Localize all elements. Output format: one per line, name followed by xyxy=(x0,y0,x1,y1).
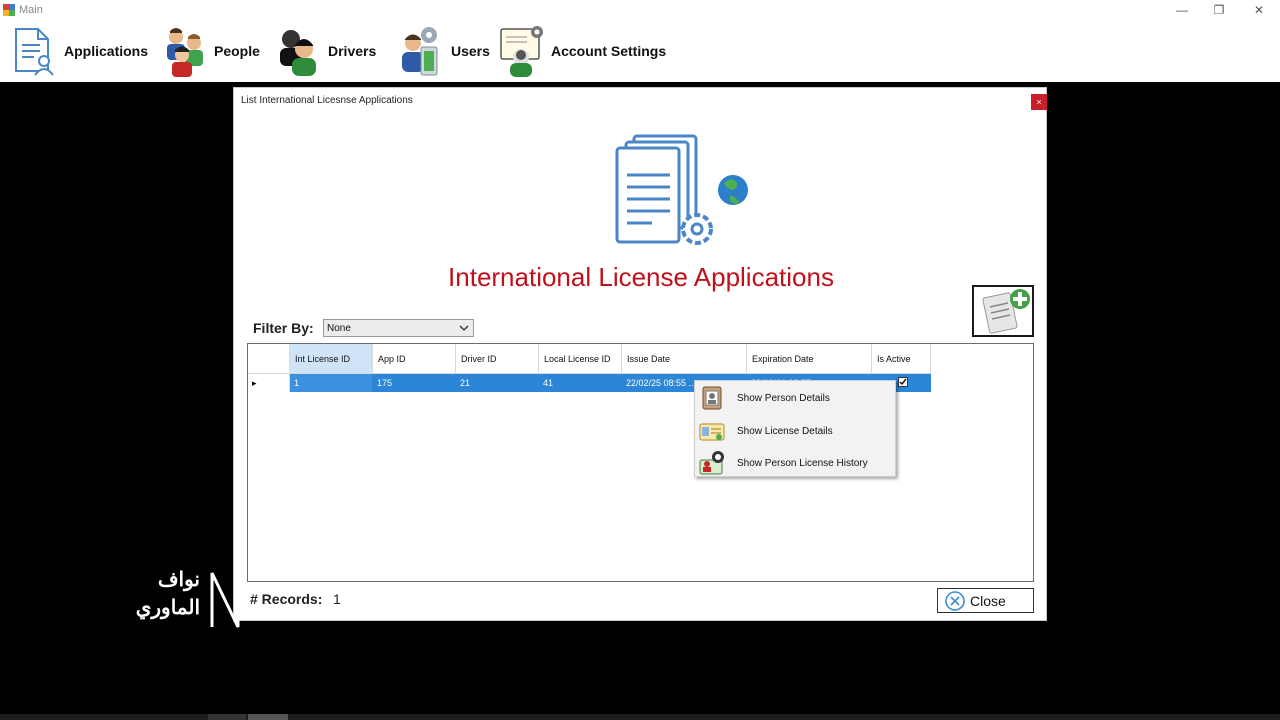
column-header-app-id[interactable]: App ID xyxy=(373,344,456,374)
add-document-icon xyxy=(982,289,1030,334)
taskbar-item-active[interactable] xyxy=(248,714,288,720)
author-watermark: نواف الماوري xyxy=(122,565,244,631)
menu-users-label: Users xyxy=(451,43,490,59)
menu-item-show-person-details[interactable]: Show Person Details xyxy=(695,382,895,414)
menu-applications-label: Applications xyxy=(64,43,149,59)
column-header-local-license-id[interactable]: Local License ID xyxy=(539,344,622,374)
people-icon xyxy=(167,28,203,77)
international-license-applications-dialog: List International Licesnse Applications… xyxy=(233,87,1047,621)
account-settings-icon xyxy=(500,26,543,77)
column-header-driver-id[interactable]: Driver ID xyxy=(456,344,539,374)
column-header-issue-date[interactable]: Issue Date xyxy=(622,344,747,374)
menu-users[interactable]: Users xyxy=(397,20,490,82)
license-card-icon xyxy=(699,423,725,441)
watermark-line-2: الماوري xyxy=(135,597,200,619)
cell-int-license-id[interactable]: 1 xyxy=(290,374,373,392)
restore-button[interactable]: ❐ xyxy=(1200,0,1238,20)
menu-account-settings-label: Account Settings xyxy=(551,43,667,59)
menu-people-label: People xyxy=(214,43,260,59)
records-count: 1 xyxy=(333,591,341,607)
window-close-button[interactable]: ✕ xyxy=(1240,0,1278,20)
filter-by-label: Filter By: xyxy=(253,320,314,336)
row-selector-arrow[interactable]: ▸ xyxy=(248,374,290,392)
filter-by-dropdown[interactable]: None xyxy=(323,319,474,337)
taskbar xyxy=(0,714,1280,720)
window-title: Main xyxy=(19,4,43,16)
column-header-expiration-date[interactable]: Expiration Date xyxy=(747,344,872,374)
menu-people[interactable]: People xyxy=(160,20,260,82)
close-button[interactable]: Close xyxy=(937,588,1034,613)
column-header-int-license-id[interactable]: Int License ID xyxy=(290,344,373,374)
cell-driver-id[interactable]: 21 xyxy=(456,374,539,392)
cell-local-license-id[interactable]: 41 xyxy=(539,374,622,392)
chevron-down-icon xyxy=(459,325,469,331)
menu-item-label: Show Person License History xyxy=(737,457,868,469)
menu-item-label: Show Person Details xyxy=(737,392,830,404)
taskbar-item[interactable] xyxy=(208,714,246,720)
menu-drivers-label: Drivers xyxy=(328,43,377,59)
filter-selected-value: None xyxy=(327,323,351,334)
app-icon xyxy=(3,4,15,16)
person-card-icon xyxy=(702,386,722,410)
dialog-close-button[interactable]: × xyxy=(1031,94,1047,110)
main-titlebar: Main — ❐ ✕ xyxy=(0,0,1280,20)
drivers-icon xyxy=(280,30,316,76)
is-active-checkbox[interactable] xyxy=(898,377,908,387)
applications-grid[interactable]: Int License ID App ID Driver ID Local Li… xyxy=(247,343,1034,582)
page-title: International License Applications xyxy=(448,262,834,292)
applications-icon xyxy=(15,28,54,76)
license-history-icon xyxy=(699,451,724,475)
close-button-label: Close xyxy=(970,592,1006,609)
column-header-is-active[interactable]: Is Active xyxy=(872,344,931,374)
menu-drivers[interactable]: Drivers xyxy=(274,20,376,82)
menu-item-show-license-details[interactable]: Show License Details xyxy=(695,415,895,447)
checkmark-icon xyxy=(899,378,907,386)
users-icon xyxy=(402,27,438,76)
international-applications-icon xyxy=(615,134,748,245)
menu-item-show-person-license-history[interactable]: Show Person License History xyxy=(695,447,895,479)
menu-applications[interactable]: Applications xyxy=(10,20,148,82)
row-header-corner xyxy=(248,344,290,374)
row-context-menu: Show Person Details Show License Details… xyxy=(694,380,896,477)
watermark-line-1: نواف xyxy=(157,569,200,591)
watermark-logo-icon xyxy=(210,572,240,628)
main-menubar: Applications People Drivers Users Accoun… xyxy=(0,20,1280,82)
dialog-title: List International Licesnse Applications xyxy=(241,95,413,106)
cell-app-id[interactable]: 175 xyxy=(373,374,456,392)
grid-header: Int License ID App ID Driver ID Local Li… xyxy=(248,344,931,374)
menu-item-label: Show License Details xyxy=(737,425,833,437)
add-application-button[interactable] xyxy=(972,285,1034,337)
close-circle-icon xyxy=(945,590,965,611)
menu-account-settings[interactable]: Account Settings xyxy=(497,20,666,82)
minimize-button[interactable]: — xyxy=(1163,0,1201,20)
records-label: # Records: xyxy=(250,591,323,607)
